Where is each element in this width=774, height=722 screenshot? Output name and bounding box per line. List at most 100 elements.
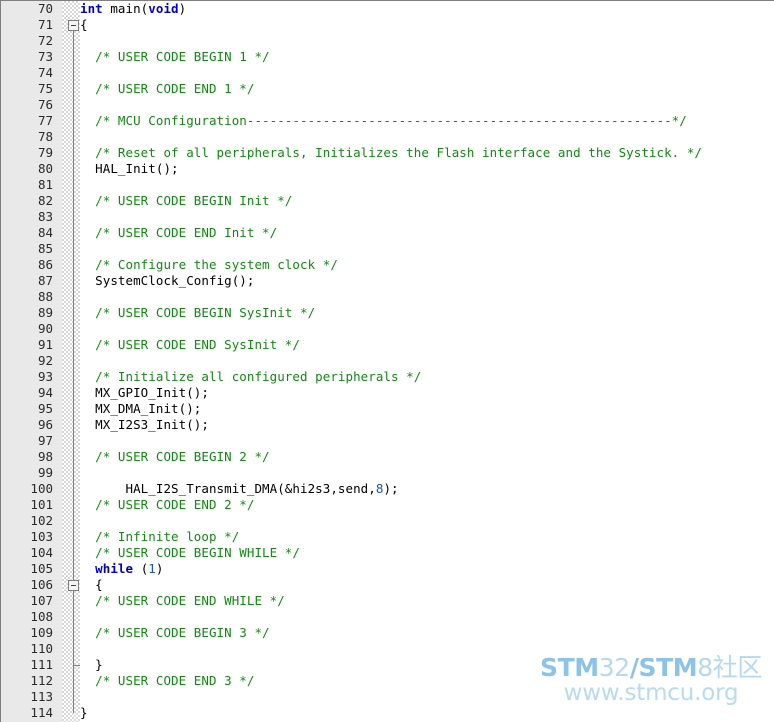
code-line[interactable]: 76: [1, 97, 774, 113]
code-token-cmt: /* MCU Configuration--------------------…: [80, 113, 687, 128]
code-token-cmt: /* Initialize all configured peripherals…: [80, 369, 422, 384]
line-number: 75: [37, 81, 53, 96]
code-line[interactable]: 101 /* USER CODE END 2 */: [1, 497, 774, 513]
code-line[interactable]: 96 MX_I2S3_Init();: [1, 417, 774, 433]
line-number: 79: [37, 145, 53, 160]
code-line[interactable]: 105 while (1): [1, 561, 774, 577]
code-line[interactable]: 87 SystemClock_Config();: [1, 273, 774, 289]
code-token-pln: ): [155, 561, 164, 576]
code-line[interactable]: 104 /* USER CODE BEGIN WHILE */: [1, 545, 774, 561]
line-number: 85: [37, 241, 53, 256]
code-line[interactable]: 80 HAL_Init();: [1, 161, 774, 177]
line-number: 98: [37, 449, 53, 464]
code-text: MX_I2S3_Init();: [80, 417, 209, 433]
code-token-cmt: /* Configure the system clock */: [80, 257, 338, 272]
code-token-cmt: /* USER CODE BEGIN 1 */: [80, 49, 270, 64]
line-number: 108: [30, 609, 53, 624]
code-text: MX_GPIO_Init();: [80, 385, 209, 401]
code-line[interactable]: 98 /* USER CODE BEGIN 2 */: [1, 449, 774, 465]
code-token-kw: void: [148, 1, 179, 16]
code-token-pln: main(: [110, 1, 149, 16]
code-token-cmt: /* USER CODE END SysInit */: [80, 337, 300, 352]
code-line[interactable]: 79 /* Reset of all peripherals, Initiali…: [1, 145, 774, 161]
code-line[interactable]: 90: [1, 321, 774, 337]
code-line[interactable]: 103 /* Infinite loop */: [1, 529, 774, 545]
code-line[interactable]: 81: [1, 177, 774, 193]
line-number: 109: [30, 625, 53, 640]
code-line[interactable]: 73 /* USER CODE BEGIN 1 */: [1, 49, 774, 65]
code-line[interactable]: 106 {: [1, 577, 774, 593]
code-line[interactable]: 84 /* USER CODE END Init */: [1, 225, 774, 241]
watermark-brand-light-1: 32: [598, 653, 630, 682]
line-number: 105: [30, 561, 53, 576]
fold-collapse-icon[interactable]: [68, 20, 79, 31]
code-line[interactable]: 95 MX_DMA_Init();: [1, 401, 774, 417]
code-text: {: [80, 577, 103, 593]
line-number: 100: [30, 481, 53, 496]
code-token-pln: }: [80, 657, 103, 672]
code-line[interactable]: 86 /* Configure the system clock */: [1, 257, 774, 273]
code-token-cmt: /* USER CODE END 3 */: [80, 673, 255, 688]
code-token-kw: int: [80, 1, 111, 16]
code-token-pln: {: [80, 17, 88, 32]
code-token-pln: MX_GPIO_Init();: [80, 385, 209, 400]
line-number: 76: [37, 97, 53, 112]
code-token-cmt: /* USER CODE BEGIN Init */: [80, 193, 293, 208]
line-number: 101: [30, 497, 53, 512]
line-number: 88: [37, 289, 53, 304]
code-token-cmt: /* USER CODE BEGIN WHILE */: [80, 545, 300, 560]
code-line[interactable]: 109 /* USER CODE BEGIN 3 */: [1, 625, 774, 641]
code-line[interactable]: 91 /* USER CODE END SysInit */: [1, 337, 774, 353]
code-text: /* USER CODE END SysInit */: [80, 337, 300, 353]
code-line[interactable]: 71 {: [1, 17, 774, 33]
code-line[interactable]: 72: [1, 33, 774, 49]
code-token-kw: while: [95, 561, 134, 576]
watermark-brand: STM32/STM8社区: [540, 654, 762, 682]
code-text: HAL_I2S_Transmit_DMA(&hi2s3,send,8);: [80, 481, 399, 497]
code-editor[interactable]: 70 int main(void) 71 {72 73 /* USER CODE BEG…: [0, 0, 774, 722]
code-line[interactable]: 75 /* USER CODE END 1 */: [1, 81, 774, 97]
line-number: 91: [37, 337, 53, 352]
code-line[interactable]: 108: [1, 609, 774, 625]
fold-collapse-icon[interactable]: [68, 580, 79, 591]
code-line[interactable]: 85: [1, 241, 774, 257]
code-line[interactable]: 78: [1, 129, 774, 145]
code-text: /* USER CODE BEGIN 1 */: [80, 49, 270, 65]
code-line[interactable]: 100 HAL_I2S_Transmit_DMA(&hi2s3,send,8);: [1, 481, 774, 497]
line-number: 73: [37, 49, 53, 64]
code-line[interactable]: 114}: [1, 705, 774, 721]
code-line[interactable]: 99: [1, 465, 774, 481]
code-line[interactable]: 93 /* Initialize all configured peripher…: [1, 369, 774, 385]
watermark-brand-light-2: 8社区: [697, 653, 762, 682]
code-line[interactable]: 102: [1, 513, 774, 529]
line-number: 94: [37, 385, 53, 400]
line-number: 81: [37, 177, 53, 192]
code-line[interactable]: 88: [1, 289, 774, 305]
line-number: 80: [37, 161, 53, 176]
code-line[interactable]: 83: [1, 209, 774, 225]
code-text: SystemClock_Config();: [80, 273, 254, 289]
code-line[interactable]: 92: [1, 353, 774, 369]
code-line[interactable]: 97: [1, 433, 774, 449]
code-line[interactable]: 107 /* USER CODE END WHILE */: [1, 593, 774, 609]
code-line[interactable]: 77 /* MCU Configuration-----------------…: [1, 113, 774, 129]
code-line[interactable]: 74: [1, 65, 774, 81]
line-number: 84: [37, 225, 53, 240]
code-token-pln: MX_DMA_Init();: [80, 401, 202, 416]
line-number: 72: [37, 33, 53, 48]
code-token-cmt: /* USER CODE END Init */: [80, 225, 278, 240]
code-line[interactable]: 82 /* USER CODE BEGIN Init */: [1, 193, 774, 209]
code-text: /* USER CODE BEGIN 3 */: [80, 625, 270, 641]
line-number: 74: [37, 65, 53, 80]
code-text: /* USER CODE END 3 */: [80, 673, 254, 689]
code-token-pln: [80, 561, 95, 576]
line-number: 102: [30, 513, 53, 528]
code-line[interactable]: 70 int main(void): [1, 1, 774, 17]
line-number: 113: [30, 689, 53, 704]
line-number: 90: [37, 321, 53, 336]
code-line[interactable]: 94 MX_GPIO_Init();: [1, 385, 774, 401]
line-number: 92: [37, 353, 53, 368]
fold-end-marker: [73, 665, 80, 666]
code-line[interactable]: 89 /* USER CODE BEGIN SysInit */: [1, 305, 774, 321]
code-token-pln: );: [383, 481, 399, 496]
